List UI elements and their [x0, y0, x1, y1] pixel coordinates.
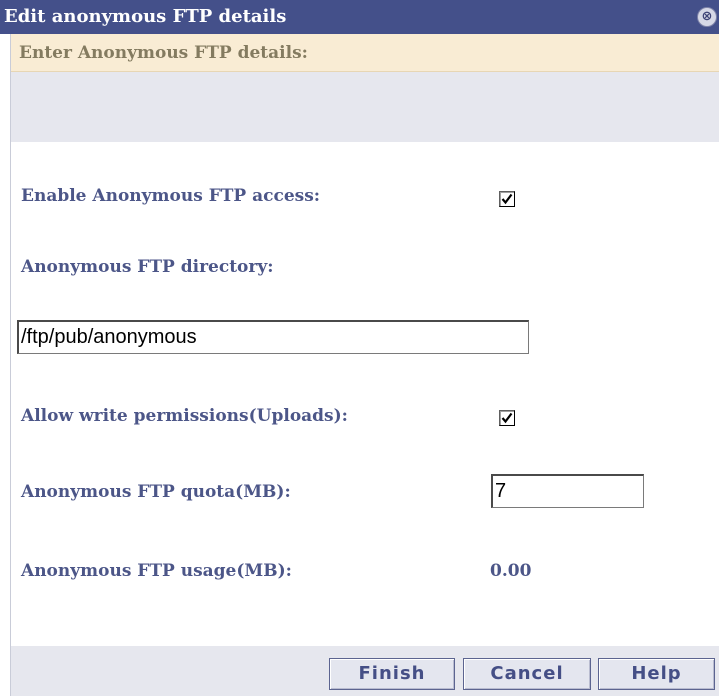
help-button[interactable]: Help — [598, 658, 715, 690]
section-header: Enter Anonymous FTP details: — [11, 34, 719, 72]
dialog-title: Edit anonymous FTP details — [4, 6, 287, 27]
finish-button[interactable]: Finish — [329, 658, 455, 690]
edit-anonymous-ftp-dialog: Edit anonymous FTP details ⊗ Enter Anony… — [0, 0, 719, 696]
allow-write-checkbox[interactable] — [499, 410, 515, 426]
quota-label: Anonymous FTP quota(MB): — [21, 482, 291, 502]
header-spacer-strip — [11, 72, 719, 142]
dialog-left-frame — [0, 34, 11, 696]
quota-input[interactable] — [491, 474, 644, 508]
dialog-titlebar: Edit anonymous FTP details ⊗ — [0, 0, 719, 34]
allow-write-label: Allow write permissions(Uploads): — [21, 406, 348, 426]
usage-label: Anonymous FTP usage(MB): — [21, 561, 292, 581]
enable-access-checkbox[interactable] — [499, 191, 515, 207]
checkmark-icon — [501, 193, 513, 205]
checkmark-icon — [501, 412, 513, 424]
enable-access-label: Enable Anonymous FTP access: — [21, 186, 321, 206]
close-icon[interactable]: ⊗ — [697, 7, 717, 27]
usage-value: 0.00 — [490, 561, 532, 581]
directory-label: Anonymous FTP directory: — [21, 257, 274, 277]
directory-input[interactable] — [17, 320, 529, 354]
cancel-button[interactable]: Cancel — [463, 658, 591, 690]
